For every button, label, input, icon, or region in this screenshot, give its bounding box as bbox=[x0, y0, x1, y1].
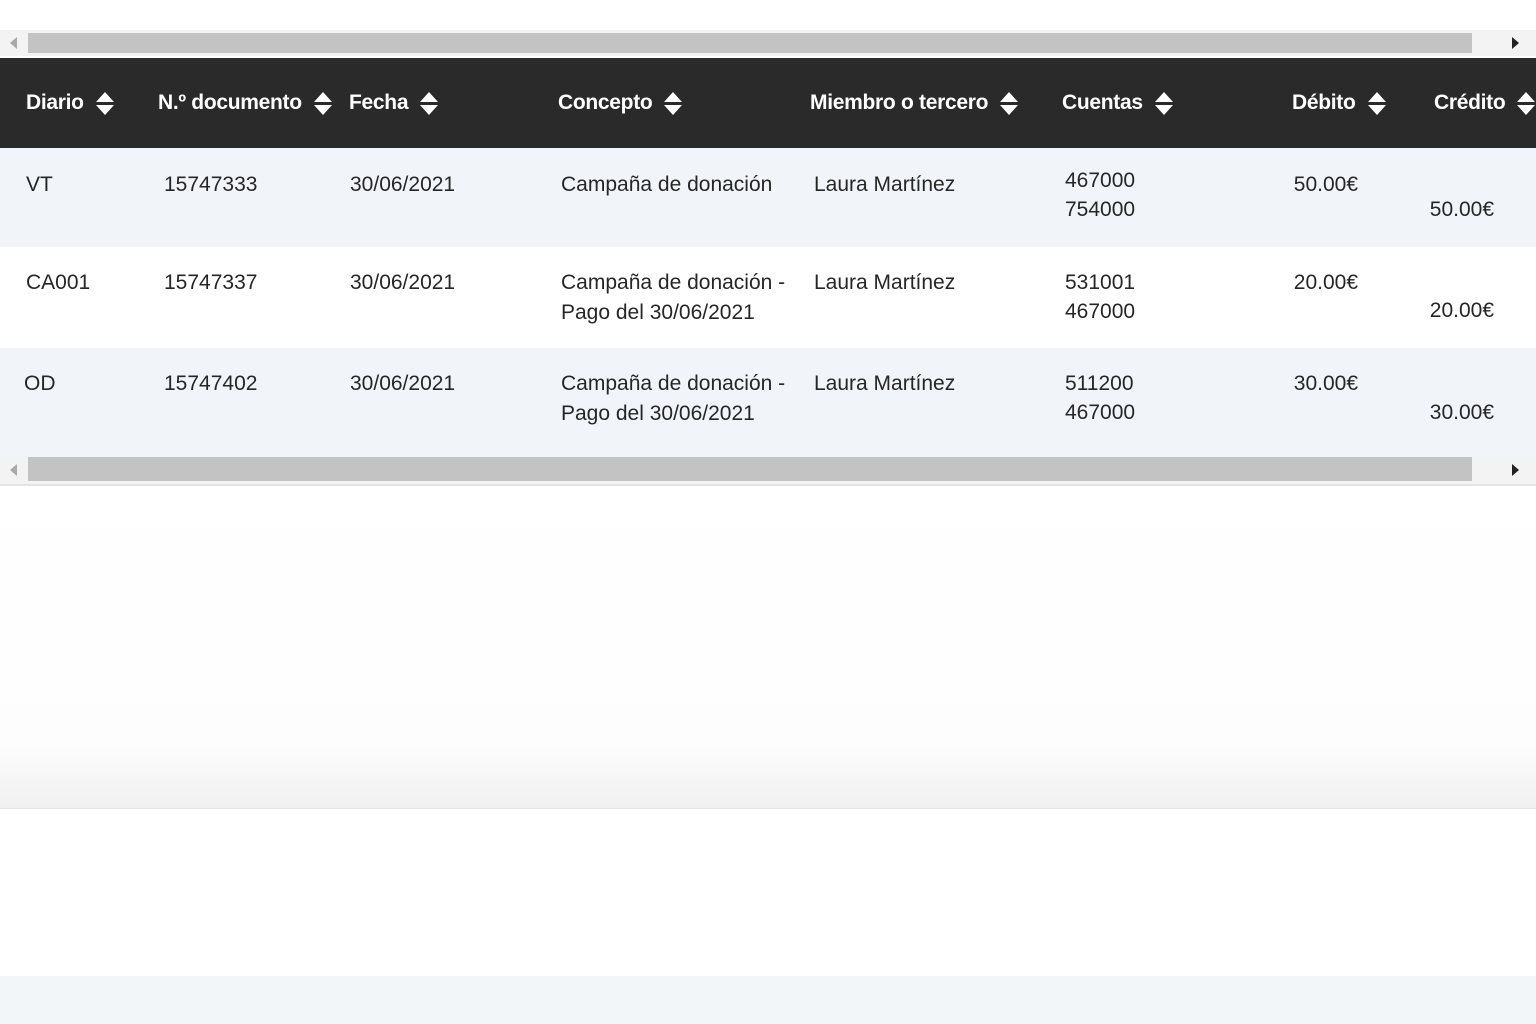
horizontal-scrollbar-top[interactable] bbox=[0, 30, 1536, 56]
column-header-label: Fecha bbox=[349, 91, 409, 114]
column-header-cuentas[interactable]: Cuentas bbox=[1062, 58, 1173, 148]
cell-miembro: Laura Martínez bbox=[814, 173, 956, 196]
scroll-right-arrow-icon[interactable] bbox=[1502, 30, 1528, 56]
top-strip bbox=[0, 0, 1536, 32]
table-row[interactable]: VT 15747333 30/06/2021 Campaña de donaci… bbox=[0, 148, 1536, 247]
scroll-left-arrow-icon[interactable] bbox=[0, 456, 26, 484]
horizontal-scrollbar-bottom[interactable] bbox=[0, 456, 1536, 486]
page: Diario N.º documento Fecha Concepto Miem… bbox=[0, 0, 1536, 1024]
column-header-label: N.º documento bbox=[158, 91, 302, 114]
cell-fecha: 30/06/2021 bbox=[350, 271, 456, 294]
cell-documento: 15747333 bbox=[164, 173, 258, 196]
scrollbar-thumb[interactable] bbox=[28, 457, 1472, 481]
cell-documento: 15747337 bbox=[164, 271, 258, 294]
cell-debito: 30.00€ bbox=[1293, 372, 1358, 395]
column-header-label: Concepto bbox=[558, 91, 653, 114]
cell-concepto-line-2: Pago del 30/06/2021 bbox=[561, 301, 755, 324]
cell-miembro: Laura Martínez bbox=[814, 271, 956, 294]
table-header: Diario N.º documento Fecha Concepto Miem… bbox=[0, 58, 1536, 148]
scrollbar-thumb[interactable] bbox=[28, 33, 1472, 53]
cell-diario: VT bbox=[26, 173, 53, 196]
cell-fecha: 30/06/2021 bbox=[350, 372, 456, 395]
cell-credito: 30.00€ bbox=[1429, 401, 1494, 424]
scroll-left-arrow-icon[interactable] bbox=[0, 30, 26, 56]
bottom-panel bbox=[0, 976, 1536, 1024]
column-header-diario[interactable]: Diario bbox=[26, 58, 114, 148]
column-header-label: Crédito bbox=[1434, 91, 1506, 114]
column-header-documento[interactable]: N.º documento bbox=[158, 58, 332, 148]
column-header-fecha[interactable]: Fecha bbox=[349, 58, 439, 148]
cell-diario: OD bbox=[24, 372, 56, 395]
sort-icon[interactable] bbox=[1000, 91, 1019, 115]
column-header-label: Miembro o tercero bbox=[810, 91, 989, 114]
column-header-credito[interactable]: Crédito bbox=[1434, 58, 1536, 148]
column-header-label: Cuentas bbox=[1062, 91, 1143, 114]
sort-icon[interactable] bbox=[1367, 91, 1386, 115]
cell-diario: CA001 bbox=[26, 271, 91, 294]
sort-icon[interactable] bbox=[1517, 91, 1536, 115]
sort-icon[interactable] bbox=[1154, 91, 1173, 115]
cell-fecha: 30/06/2021 bbox=[350, 173, 456, 196]
table-row[interactable]: OD 15747402 30/06/2021 Campaña de donaci… bbox=[0, 348, 1536, 456]
empty-content-area bbox=[0, 486, 1536, 809]
cell-concepto-line-1: Campaña de donación bbox=[561, 173, 773, 196]
cell-debito: 50.00€ bbox=[1293, 173, 1358, 196]
table-row[interactable]: CA001 15747337 30/06/2021 Campaña de don… bbox=[0, 247, 1536, 348]
cell-credito: 50.00€ bbox=[1429, 198, 1494, 221]
cell-cuenta-2: 754000 bbox=[1065, 198, 1136, 221]
cell-credito: 20.00€ bbox=[1429, 299, 1494, 322]
sort-icon[interactable] bbox=[313, 91, 332, 115]
cell-concepto-line-1: Campaña de donación - bbox=[561, 372, 786, 395]
column-header-label: Débito bbox=[1292, 91, 1356, 114]
cell-cuenta-1: 511200 bbox=[1065, 372, 1134, 395]
cell-miembro: Laura Martínez bbox=[814, 372, 956, 395]
cell-cuenta-1: 531001 bbox=[1065, 271, 1136, 294]
cell-concepto-line-2: Pago del 30/06/2021 bbox=[561, 402, 755, 425]
cell-cuenta-2: 467000 bbox=[1065, 300, 1136, 323]
cell-debito: 20.00€ bbox=[1293, 271, 1358, 294]
cell-documento: 15747402 bbox=[164, 372, 258, 395]
cell-cuenta-2: 467000 bbox=[1065, 401, 1136, 424]
cell-concepto-line-1: Campaña de donación - bbox=[561, 271, 786, 294]
sort-icon[interactable] bbox=[420, 91, 439, 115]
column-header-concepto[interactable]: Concepto bbox=[558, 58, 683, 148]
sort-icon[interactable] bbox=[664, 91, 683, 115]
column-header-debito[interactable]: Débito bbox=[1292, 58, 1386, 148]
column-header-miembro[interactable]: Miembro o tercero bbox=[810, 58, 1019, 148]
cell-cuenta-1: 467000 bbox=[1065, 169, 1136, 192]
sort-icon[interactable] bbox=[95, 91, 114, 115]
column-header-label: Diario bbox=[26, 91, 84, 114]
scroll-right-arrow-icon[interactable] bbox=[1502, 456, 1528, 484]
